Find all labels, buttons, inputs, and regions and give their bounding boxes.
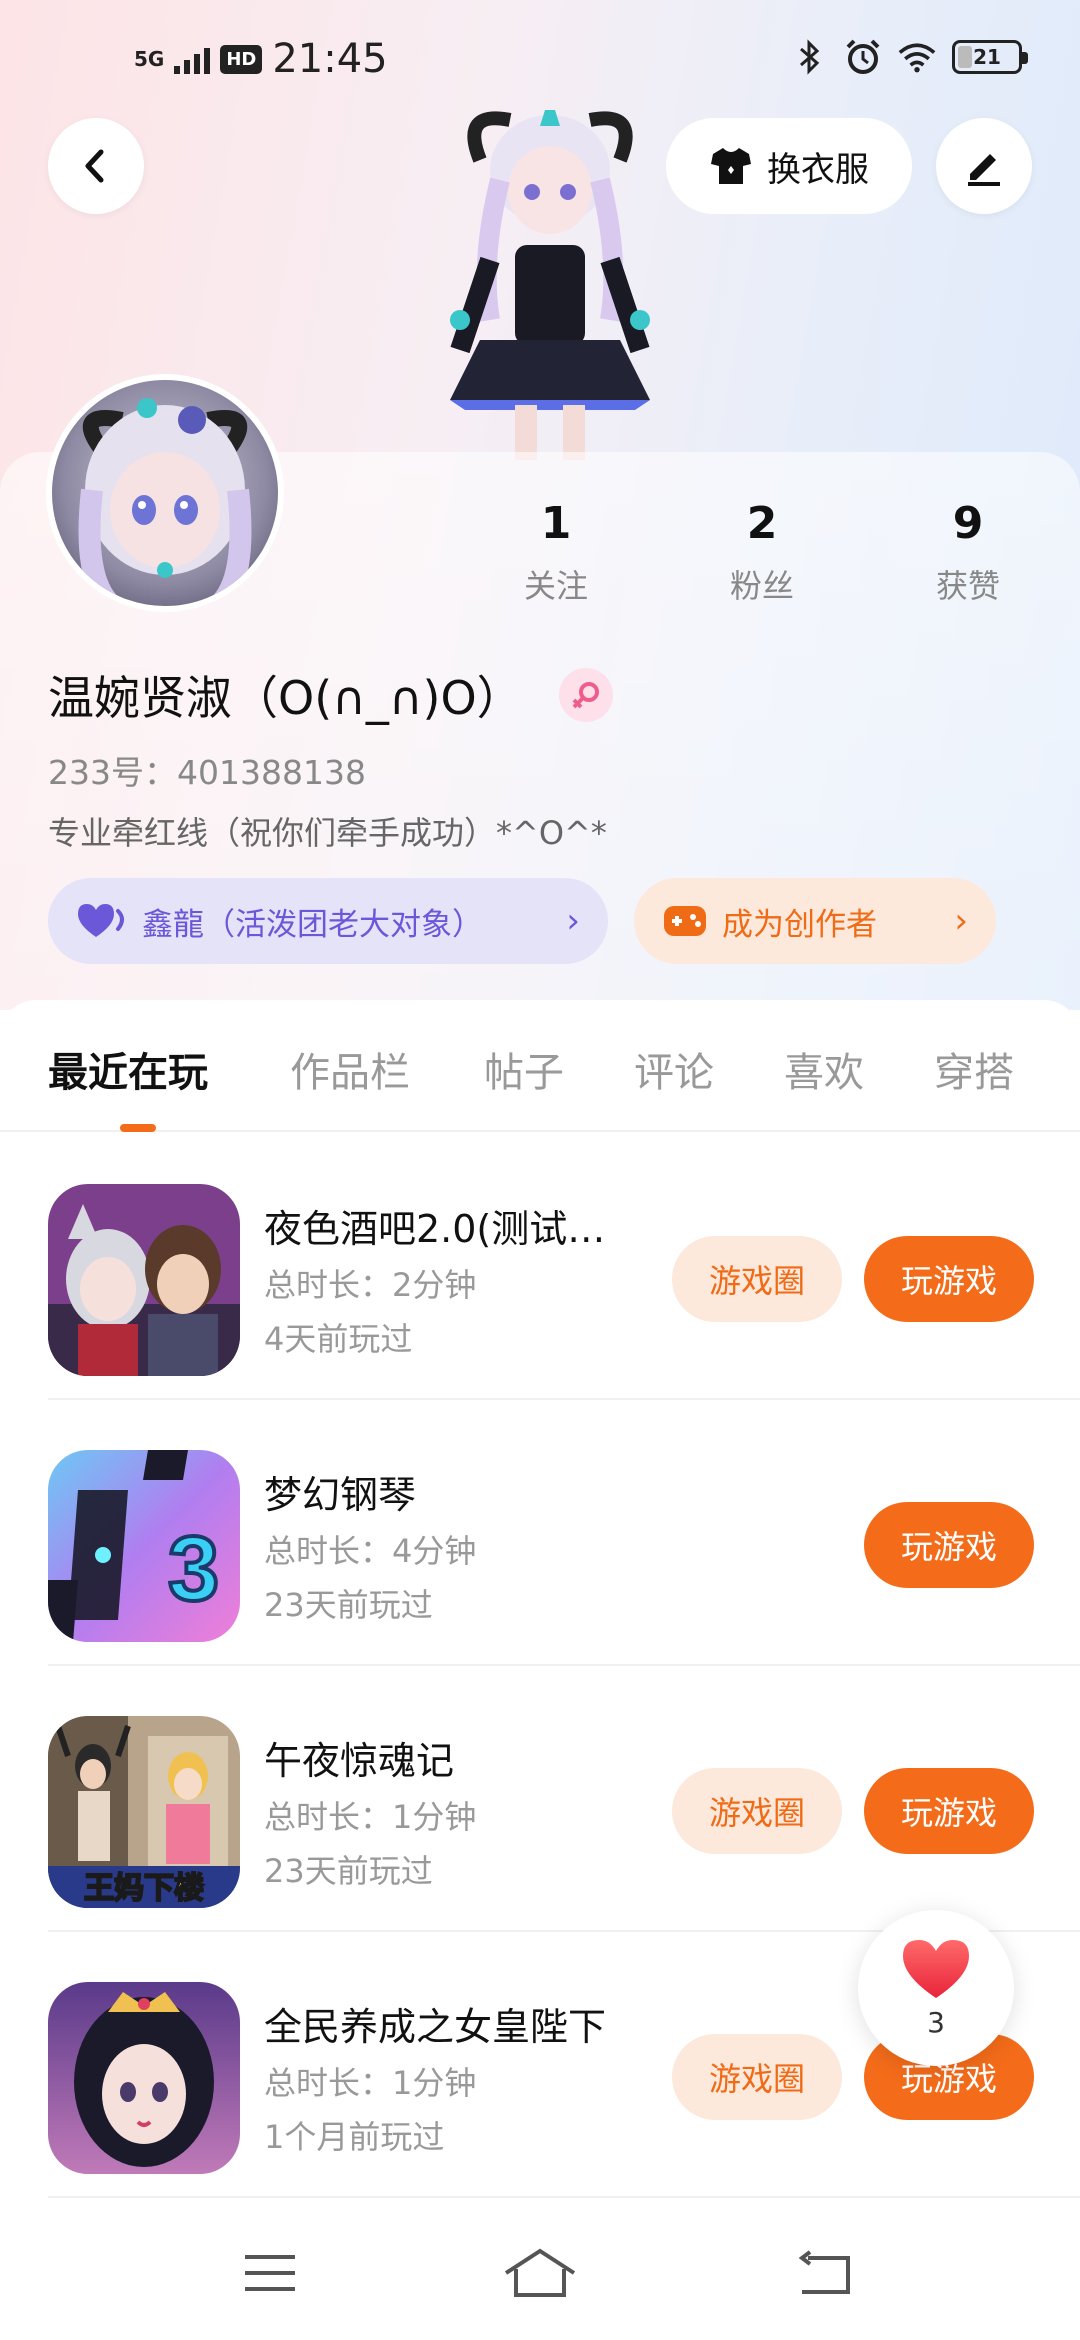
game-last-played: 1个月前玩过 bbox=[264, 2118, 445, 2156]
home-nav-button[interactable] bbox=[500, 2238, 580, 2308]
back-nav-button[interactable] bbox=[784, 2238, 864, 2308]
game-title: 全民养成之女皇陛下 bbox=[264, 2005, 607, 2049]
stat-label: 获赞 bbox=[935, 567, 1000, 605]
partner-link[interactable]: 鑫龍（活泼团老大对象） › bbox=[48, 878, 608, 964]
piano-number: 3 bbox=[168, 1518, 219, 1620]
stat-value: 1 bbox=[540, 498, 572, 549]
stat-label: 关注 bbox=[523, 567, 588, 605]
heart-icon bbox=[78, 904, 124, 937]
game-duration: 总时长：1分钟 bbox=[264, 1798, 477, 1836]
horror-banner-text: 王妈下楼 bbox=[84, 1871, 204, 1906]
change-outfit-button[interactable]: 换衣服 bbox=[666, 118, 912, 214]
edit-profile-button[interactable] bbox=[936, 118, 1032, 214]
game-title: 午夜惊魂记 bbox=[264, 1739, 455, 1783]
battery-level: 21 bbox=[973, 45, 1001, 69]
network-type: 5G bbox=[134, 47, 165, 71]
game-title: 梦幻钢琴 bbox=[264, 1473, 417, 1517]
stat-following[interactable]: 1 关注 bbox=[476, 498, 636, 607]
like-float-button[interactable]: 3 bbox=[858, 1910, 1014, 2066]
game-row[interactable]: 王妈下楼 午夜惊魂记 总时长：1分钟 23天前玩过 游戏圈 玩游戏 bbox=[48, 1666, 1080, 1932]
clock: 21:45 bbox=[272, 36, 388, 82]
game-last-played: 23天前玩过 bbox=[264, 1586, 433, 1624]
bluetooth-icon bbox=[790, 38, 828, 76]
tshirt-icon bbox=[711, 148, 751, 184]
female-icon bbox=[558, 668, 613, 722]
play-game-button[interactable]: 玩游戏 bbox=[864, 1768, 1034, 1854]
menu-icon bbox=[245, 2255, 295, 2291]
stat-value: 2 bbox=[746, 498, 778, 549]
become-creator-label: 成为创作者 bbox=[722, 906, 877, 943]
game-last-played: 23天前玩过 bbox=[264, 1852, 433, 1890]
game-icon-empress[interactable] bbox=[48, 1982, 240, 2174]
battery-icon: 21 bbox=[952, 40, 1028, 74]
profile-tabs: 最近在玩 作品栏 帖子 评论 喜欢 穿搭 bbox=[0, 1000, 1080, 1132]
game-duration: 总时长：2分钟 bbox=[264, 1266, 477, 1304]
active-tab-indicator bbox=[120, 1124, 156, 1132]
chevron-left-icon bbox=[85, 149, 104, 183]
return-icon bbox=[798, 2250, 850, 2294]
game-circle-button[interactable]: 游戏圈 bbox=[672, 1768, 842, 1854]
alarm-icon bbox=[844, 38, 882, 76]
wifi-icon bbox=[898, 38, 936, 76]
stat-followers[interactable]: 2 粉丝 bbox=[682, 498, 842, 607]
back-button[interactable] bbox=[48, 118, 144, 214]
game-last-played: 4天前玩过 bbox=[264, 1320, 413, 1358]
tab-works[interactable]: 作品栏 bbox=[290, 1040, 410, 1098]
chevron-right-icon: › bbox=[566, 901, 580, 941]
pencil-icon bbox=[968, 154, 1000, 186]
game-circle-button[interactable]: 游戏圈 bbox=[672, 2034, 842, 2120]
username-row: 温婉贤淑（O(∩_∩)O） bbox=[48, 662, 613, 728]
tab-likes[interactable]: 喜欢 bbox=[784, 1040, 864, 1098]
game-row[interactable]: 夜色酒吧2.0(测试… 总时长：2分钟 4天前玩过 游戏圈 玩游戏 bbox=[48, 1134, 1080, 1400]
system-navigation-bar bbox=[0, 2210, 1080, 2340]
user-bio: 专业牵红线（祝你们牵手成功）*^O^* bbox=[48, 814, 607, 852]
avatar-character-figure bbox=[420, 100, 680, 460]
username: 温婉贤淑（O(∩_∩)O） bbox=[48, 671, 523, 725]
tab-outfits[interactable]: 穿搭 bbox=[934, 1040, 1014, 1098]
change-outfit-label: 换衣服 bbox=[767, 149, 869, 190]
stat-label: 粉丝 bbox=[729, 567, 794, 605]
stat-likes[interactable]: 9 获赞 bbox=[888, 498, 1048, 607]
like-count: 3 bbox=[927, 2005, 945, 2039]
signal-icon bbox=[174, 44, 211, 74]
game-icon-dream-piano[interactable]: 3 bbox=[48, 1450, 240, 1642]
become-creator-link[interactable]: 成为创作者 › bbox=[634, 878, 996, 964]
tab-comments[interactable]: 评论 bbox=[634, 1040, 714, 1098]
play-game-button[interactable]: 玩游戏 bbox=[864, 1236, 1034, 1322]
tab-posts[interactable]: 帖子 bbox=[484, 1040, 564, 1098]
game-circle-button[interactable]: 游戏圈 bbox=[672, 1236, 842, 1322]
tab-recently-played[interactable]: 最近在玩 bbox=[48, 1040, 208, 1098]
game-row[interactable]: 3 梦幻钢琴 总时长：4分钟 23天前玩过 玩游戏 bbox=[48, 1400, 1080, 1666]
stat-value: 9 bbox=[952, 498, 984, 549]
hd-icon: HD bbox=[220, 44, 263, 74]
game-icon-night-bar[interactable] bbox=[48, 1184, 240, 1376]
game-title: 夜色酒吧2.0(测试… bbox=[264, 1207, 606, 1251]
game-duration: 总时长：1分钟 bbox=[264, 2064, 477, 2102]
menu-nav-button[interactable] bbox=[230, 2238, 310, 2308]
partner-link-label: 鑫龍（活泼团老大对象） bbox=[142, 906, 483, 943]
chevron-right-icon: › bbox=[954, 901, 968, 941]
game-icon-midnight-horror[interactable]: 王妈下楼 bbox=[48, 1716, 240, 1908]
profile-avatar[interactable] bbox=[46, 374, 284, 612]
home-icon bbox=[504, 2248, 576, 2297]
play-game-button[interactable]: 玩游戏 bbox=[864, 1502, 1034, 1588]
game-duration: 总时长：4分钟 bbox=[264, 1532, 477, 1570]
user-id: 233号：401388138 bbox=[48, 753, 366, 792]
heart-icon bbox=[903, 1939, 969, 1998]
gamepad-icon bbox=[664, 906, 706, 936]
